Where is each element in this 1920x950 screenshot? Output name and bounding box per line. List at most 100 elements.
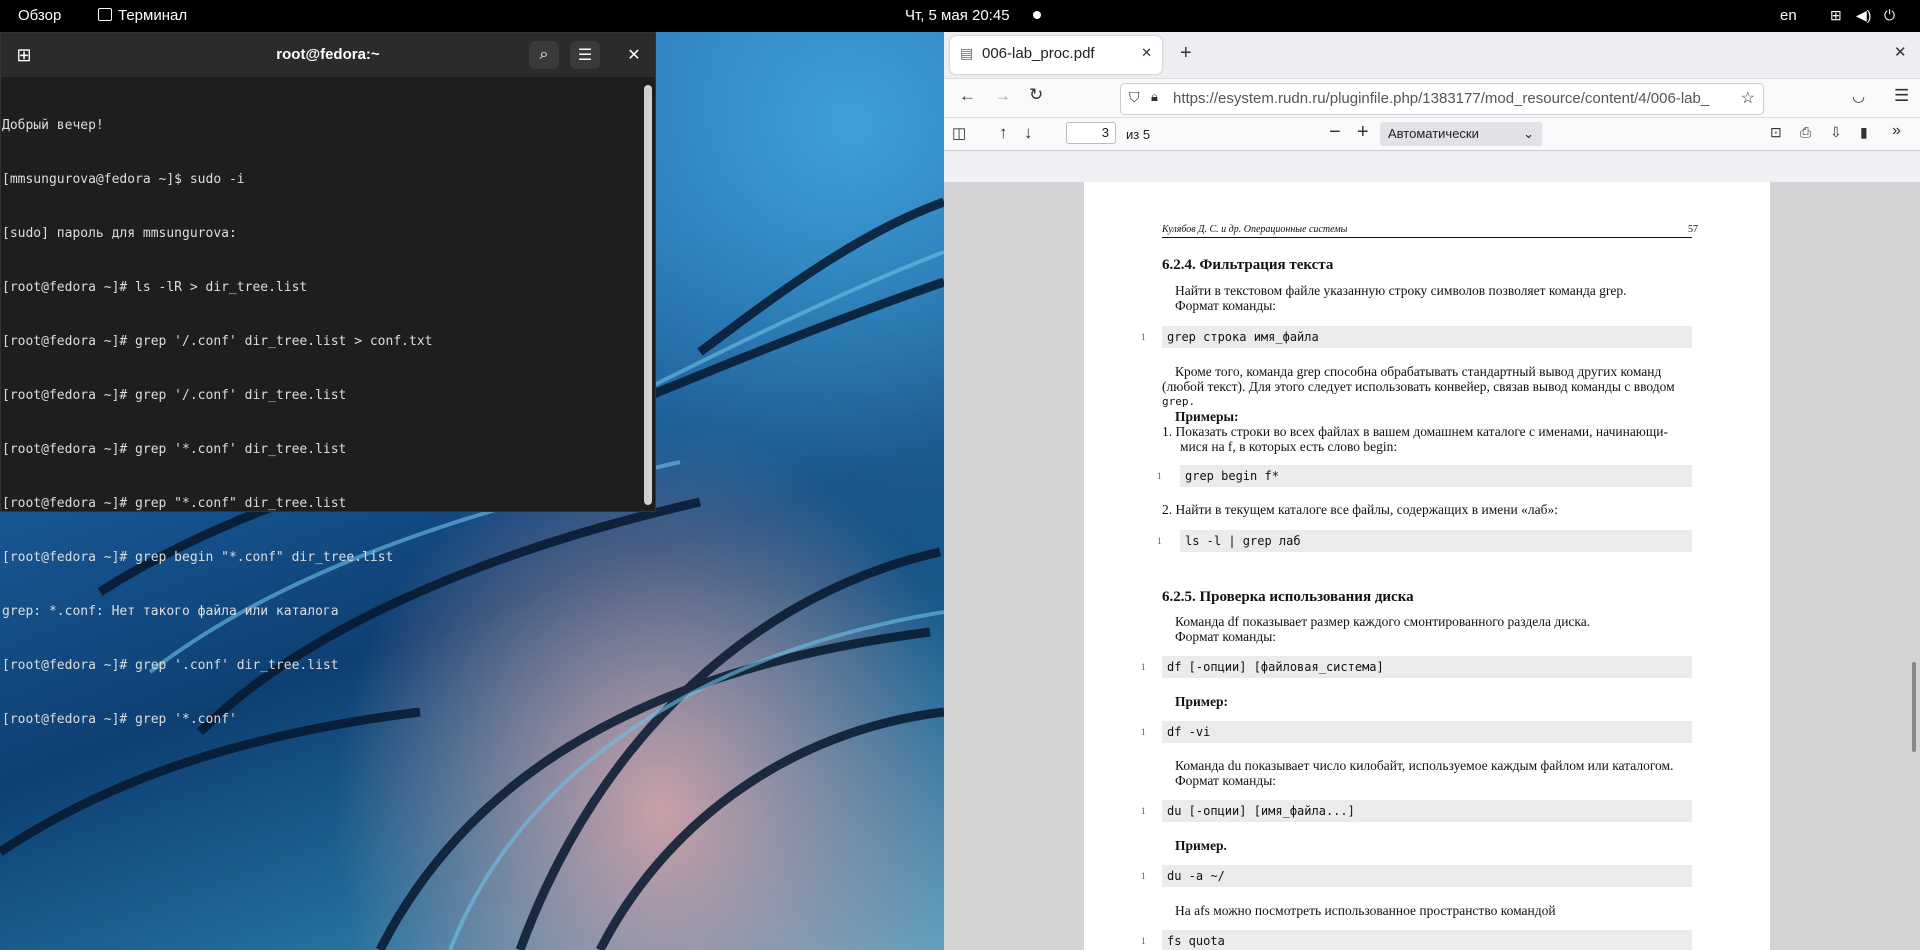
bookmark-icon[interactable]: ▮ <box>1860 124 1868 141</box>
pocket-icon[interactable]: ◡ <box>1852 87 1865 105</box>
print-icon[interactable]: ⎙ <box>1800 124 1811 141</box>
examples-heading: Примеры: <box>1175 409 1239 424</box>
paragraph: На afs можно посмотреть использованное п… <box>1175 903 1556 918</box>
tab-bar: ▤ 006-lab_proc.pdf ✕ + ✕ <box>944 32 1920 79</box>
network-icon[interactable]: ⊞ <box>1830 7 1842 24</box>
url-bar[interactable]: ⛉ 🔒︎ https://esystem.rudn.ru/pluginfile.… <box>1120 83 1764 115</box>
paragraph: grep. <box>1162 395 1196 408</box>
section-title: 6.2.4. Фильтрация текста <box>1162 257 1334 273</box>
url-text[interactable]: https://esystem.rudn.ru/pluginfile.php/1… <box>1173 90 1735 107</box>
line-number: 1 <box>1141 806 1146 816</box>
paragraph: Формат команды: <box>1175 773 1277 788</box>
tab-close-icon[interactable]: ✕ <box>1141 45 1152 61</box>
app-name-label: Терминал <box>118 7 188 24</box>
code-block: df -vi <box>1162 721 1692 743</box>
shield-icon[interactable]: ⛉ <box>1129 89 1140 106</box>
volume-icon[interactable]: ◀) <box>1856 7 1871 24</box>
paragraph: Команда df показывает размер каждого смо… <box>1175 614 1591 629</box>
terminal-line: [root@fedora ~]# grep '*.conf' dir_tree.… <box>2 442 347 457</box>
pdf-scrollbar[interactable] <box>1912 662 1916 752</box>
pdf-viewer[interactable]: Кулябов Д. С. и др. Операционные системы… <box>944 182 1920 950</box>
menu-icon[interactable]: ☰ <box>570 41 600 69</box>
navigation-bar: ← → ↻ ⛉ 🔒︎ https://esystem.rudn.ru/plugi… <box>944 79 1920 118</box>
paragraph: Формат команды: <box>1175 298 1277 313</box>
code-block: du [-опции] [имя_файла...] <box>1162 800 1692 822</box>
sidebar-toggle-icon[interactable]: ◫ <box>952 124 966 142</box>
tab-pdf[interactable]: ▤ 006-lab_proc.pdf ✕ <box>950 36 1162 74</box>
code-block: du -a ~/ <box>1162 865 1692 887</box>
back-icon[interactable]: ← <box>959 86 976 106</box>
zoom-value: Автоматически <box>1388 126 1479 141</box>
terminal-scrollbar[interactable] <box>644 85 652 505</box>
zoom-in-icon[interactable]: + <box>1357 121 1369 144</box>
paragraph: (любой текст). Для этого следует использ… <box>1162 379 1675 394</box>
search-icon[interactable]: ⌕ <box>529 41 559 69</box>
terminal-window[interactable]: ⊞ root@fedora:~ ⌕ ☰ ✕ Добрый вечер! [mms… <box>0 32 656 727</box>
list-item: 1. Показать строки во всех файлах в ваше… <box>1162 424 1669 439</box>
line-number: 1 <box>1141 727 1146 737</box>
chevron-down-icon: ⌄ <box>1523 126 1534 141</box>
browser-window[interactable]: ▤ 006-lab_proc.pdf ✕ + ✕ ← → ↻ ⛉ 🔒︎ http… <box>944 32 1920 950</box>
terminal-line: grep: *.conf: Нет такого файла или катал… <box>2 604 339 619</box>
line-number: 1 <box>1157 471 1162 481</box>
code-block: ls -l | grep лаб <box>1180 530 1692 552</box>
lock-icon[interactable]: 🔒︎ <box>1151 89 1158 105</box>
example-heading: Пример: <box>1175 694 1228 709</box>
terminal-line: [root@fedora ~]# grep '/.conf' dir_tree.… <box>2 388 347 403</box>
window-close-icon[interactable]: ✕ <box>1894 43 1907 61</box>
reload-icon[interactable]: ↻ <box>1029 85 1043 105</box>
section-title: 6.2.5. Проверка использования диска <box>1162 589 1414 605</box>
pdf-file-icon: ▤ <box>960 45 974 61</box>
tab-title: 006-lab_proc.pdf <box>982 45 1095 62</box>
next-page-icon[interactable]: ↓ <box>1024 123 1033 143</box>
keyboard-layout[interactable]: en <box>1780 7 1797 24</box>
close-icon[interactable]: ✕ <box>619 41 649 69</box>
zoom-select[interactable]: Автоматически ⌄ <box>1380 122 1542 146</box>
terminal-app-icon <box>98 8 112 21</box>
line-number: 1 <box>1141 332 1146 342</box>
paragraph: Формат команды: <box>1175 629 1277 644</box>
code-block: grep begin f* <box>1180 465 1692 487</box>
terminal-output[interactable]: Добрый вечер! [mmsungurova@fedora ~]$ su… <box>1 77 655 769</box>
zoom-out-icon[interactable]: − <box>1329 121 1341 144</box>
terminal-headerbar[interactable]: ⊞ root@fedora:~ ⌕ ☰ ✕ <box>1 33 655 77</box>
page-header-right: 57 <box>1688 224 1698 235</box>
activities-button[interactable]: Обзор <box>18 7 61 24</box>
page-header-left: Кулябов Д. С. и др. Операционные системы <box>1162 224 1348 235</box>
forward-icon[interactable]: → <box>994 86 1011 106</box>
bookmark-star-icon[interactable]: ☆ <box>1741 88 1755 108</box>
presentation-icon[interactable]: ⊡ <box>1770 124 1782 141</box>
pdf-page: Кулябов Д. С. и др. Операционные системы… <box>1084 182 1770 950</box>
page-total: из 5 <box>1126 127 1151 142</box>
terminal-line: Добрый вечер! <box>2 118 104 133</box>
line-number: 1 <box>1141 662 1146 672</box>
line-number: 1 <box>1141 871 1146 881</box>
terminal-line: [root@fedora ~]# grep '/.conf' dir_tree.… <box>2 334 433 349</box>
page-number-input[interactable]: 3 <box>1066 122 1116 144</box>
more-tools-icon[interactable]: » <box>1892 122 1901 140</box>
terminal-line: [root@fedora ~]# grep '*.conf' <box>2 712 237 727</box>
clock[interactable]: Чт, 5 мая 20:45 <box>905 7 1010 24</box>
save-icon[interactable]: ⇩ <box>1830 124 1842 141</box>
header-rule <box>1162 237 1692 238</box>
line-number: 1 <box>1157 536 1162 546</box>
power-icon[interactable]: ⏻ <box>1884 7 1895 24</box>
paragraph: Найти в текстовом файле указанную строку… <box>1175 283 1627 298</box>
list-item: 2. Найти в текущем каталоге все файлы, с… <box>1162 502 1558 517</box>
terminal-line: [root@fedora ~]# grep begin "*.conf" dir… <box>2 550 394 565</box>
example-heading: Пример. <box>1175 838 1227 853</box>
previous-page-icon[interactable]: ↑ <box>999 123 1008 143</box>
terminal-line: [mmsungurova@fedora ~]$ sudo -i <box>2 172 245 187</box>
code-block: fs quota <box>1162 930 1692 950</box>
notification-dot-icon <box>1033 11 1041 19</box>
paragraph: Кроме того, команда grep способна обраба… <box>1175 364 1662 379</box>
top-bar: Обзор Терминал Чт, 5 мая 20:45 en ⊞ ◀) ⏻ <box>0 0 1920 32</box>
new-tab-plus-icon[interactable]: + <box>1180 42 1192 65</box>
line-number: 1 <box>1141 936 1146 946</box>
code-block: df [-опции] [файловая_система] <box>1162 656 1692 678</box>
app-menu-icon[interactable]: ☰ <box>1894 86 1909 106</box>
terminal-line: [root@fedora ~]# ls -lR > dir_tree.list <box>2 280 308 295</box>
list-item: мися на f, в которых есть слово begin: <box>1180 439 1398 454</box>
terminal-line: [sudo] пароль для mmsungurova: <box>2 226 237 241</box>
terminal-app-menu[interactable]: Терминал <box>98 7 187 24</box>
